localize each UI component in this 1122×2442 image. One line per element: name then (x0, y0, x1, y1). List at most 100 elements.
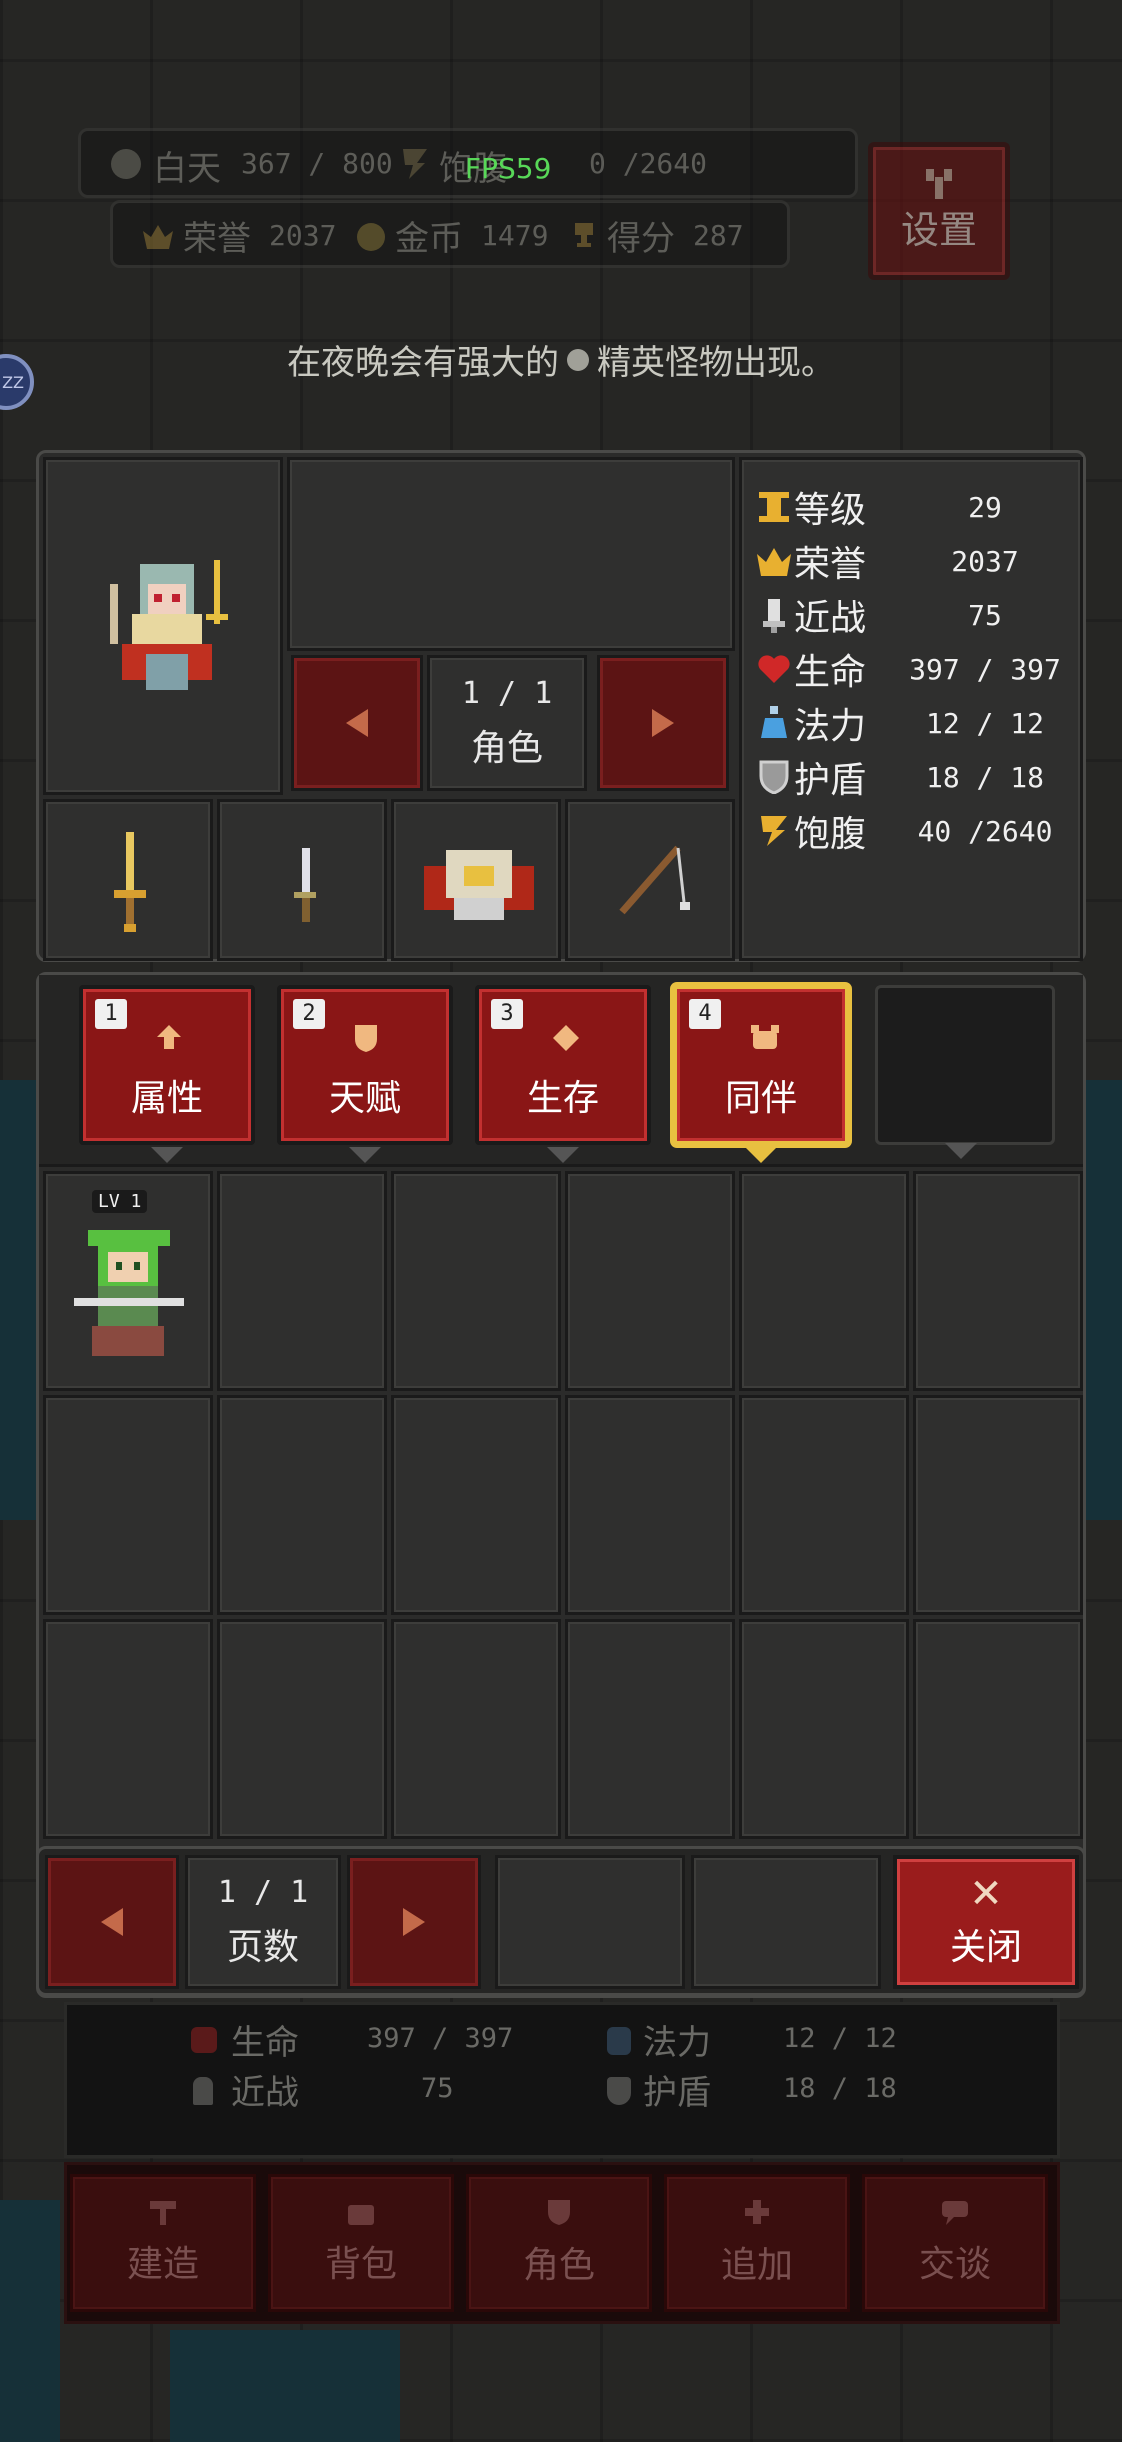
tab-pointer-empty (945, 1143, 977, 1159)
portrait-slot[interactable] (43, 457, 283, 795)
bottom-melee-label: 近战 (231, 2073, 299, 2113)
add-button[interactable]: 追加 (664, 2174, 850, 2312)
water-tile-left (0, 1080, 40, 1520)
settings-button[interactable]: 设置 (868, 142, 1010, 280)
companion-slot[interactable] (565, 1171, 735, 1391)
character-next-button[interactable] (597, 655, 729, 791)
companion-slot[interactable] (391, 1619, 561, 1839)
bottom-button-label: 交谈 (918, 2244, 991, 2285)
tab-4[interactable]: 4 同伴 (673, 985, 849, 1145)
stat-value: 12 / 12 (925, 706, 1044, 740)
speech-bubble-icon (940, 2199, 970, 2229)
stat-value: 2037 (951, 544, 1019, 578)
shield-icon (607, 2077, 631, 2105)
companion-slot[interactable] (43, 1395, 213, 1615)
tab-label: 天赋 (328, 1078, 401, 1119)
hero-portrait (102, 554, 232, 694)
tab-icon (353, 1023, 379, 1057)
backpack-button[interactable]: 背包 (268, 2174, 454, 2312)
crown-icon (143, 223, 173, 249)
armor-cape-icon (424, 846, 534, 930)
tab-number: 2 (293, 999, 325, 1029)
close-button[interactable]: ✕ 关闭 (893, 1855, 1079, 1989)
bottom-shield-value: 18 / 18 (783, 2073, 897, 2104)
companion-slot[interactable] (913, 1395, 1083, 1615)
stat-value: 75 (968, 598, 1002, 632)
plus-icon (743, 2198, 771, 2230)
companion-elf-sprite (68, 1220, 198, 1374)
skull-icon (567, 348, 589, 371)
pager-bar: 1 / 1 页数 ✕ 关闭 (36, 1846, 1086, 1996)
stat-value: 29 (968, 490, 1002, 524)
bottom-button-label: 背包 (324, 2244, 397, 2285)
wrench-icon (922, 168, 956, 199)
bottom-mp-label: 法力 (643, 2023, 711, 2063)
preview-slot (287, 457, 735, 651)
companion-slot[interactable] (565, 1619, 735, 1839)
tab-2[interactable]: 2 天赋 (277, 985, 453, 1145)
gold-label: 金币 (395, 219, 463, 259)
stat-label: 法力 (794, 706, 867, 747)
companion-slot[interactable] (739, 1395, 909, 1615)
page-next-button[interactable] (347, 1855, 481, 1989)
honor-value: 2037 (269, 219, 337, 252)
build-button[interactable]: 建造 (70, 2174, 256, 2312)
page-prev-button[interactable] (45, 1855, 179, 1989)
heart-icon (754, 653, 794, 685)
companion-slot[interactable] (565, 1395, 735, 1615)
tab-number: 1 (95, 999, 127, 1029)
tab-pointer-4 (745, 1147, 777, 1163)
shield-icon (754, 760, 794, 794)
companion-slot[interactable] (391, 1395, 561, 1615)
companion-slot[interactable] (217, 1395, 387, 1615)
equip-slot-tool[interactable] (565, 799, 735, 961)
character-page-indicator: 1 / 1 角色 (427, 655, 587, 791)
settings-label: 设置 (900, 207, 977, 252)
bottom-button-label: 建造 (126, 2244, 199, 2285)
stat-label: 荣誉 (794, 544, 867, 585)
hud-resources-bar: 荣誉 2037 金币 1479 得分 287 (110, 200, 790, 268)
tab-3[interactable]: 3 生存 (475, 985, 651, 1145)
companion-slot[interactable] (913, 1619, 1083, 1839)
equip-slot-armor[interactable] (391, 799, 561, 961)
tab-number: 3 (491, 999, 523, 1029)
companion-slot[interactable] (739, 1619, 909, 1839)
tab-icon (551, 1023, 581, 1057)
companion-slot[interactable] (217, 1171, 387, 1391)
stat-label: 等级 (794, 490, 867, 531)
talk-button[interactable]: 交谈 (862, 2174, 1048, 2312)
fishing-rod-icon (618, 842, 698, 926)
tab-1[interactable]: 1 属性 (79, 985, 255, 1145)
stat-label: 生命 (794, 652, 867, 693)
companion-slot[interactable]: LV 1 (43, 1171, 213, 1391)
score-value: 287 (693, 219, 744, 252)
stat-row-6: 饱腹 40 /2640 (754, 804, 1066, 858)
tab-number: 4 (689, 999, 721, 1029)
companion-slot[interactable] (217, 1619, 387, 1839)
equip-slot-offhand[interactable] (217, 799, 387, 961)
tab-label: 同伴 (724, 1078, 797, 1119)
tab-label: 生存 (526, 1078, 599, 1119)
stat-label: 护盾 (794, 760, 867, 801)
companion-slot[interactable] (913, 1171, 1083, 1391)
character-prev-button[interactable] (291, 655, 423, 791)
fps-counter: FPS59 (465, 152, 552, 185)
equip-slot-weapon[interactable] (43, 799, 213, 961)
coin-icon (357, 223, 385, 251)
stat-row-4: 法力 12 / 12 (754, 696, 1066, 750)
companion-slot[interactable] (391, 1171, 561, 1391)
stat-row-5: 护盾 18 / 18 (754, 750, 1066, 804)
level-icon (754, 490, 794, 524)
character-page-label: 角色 (470, 727, 543, 769)
companion-slot[interactable] (43, 1619, 213, 1839)
tab-pointer-1 (151, 1147, 183, 1163)
pager-empty-slot-2 (691, 1855, 881, 1989)
tab-icon (749, 1023, 781, 1055)
bottom-hp-label: 生命 (231, 2023, 299, 2063)
trophy-icon (569, 221, 599, 251)
companion-slot[interactable] (739, 1171, 909, 1391)
bag-icon (346, 2199, 376, 2229)
character-button[interactable]: 角色 (466, 2174, 652, 2312)
shield-icon (546, 2198, 572, 2230)
golden-sword-icon (112, 832, 148, 936)
